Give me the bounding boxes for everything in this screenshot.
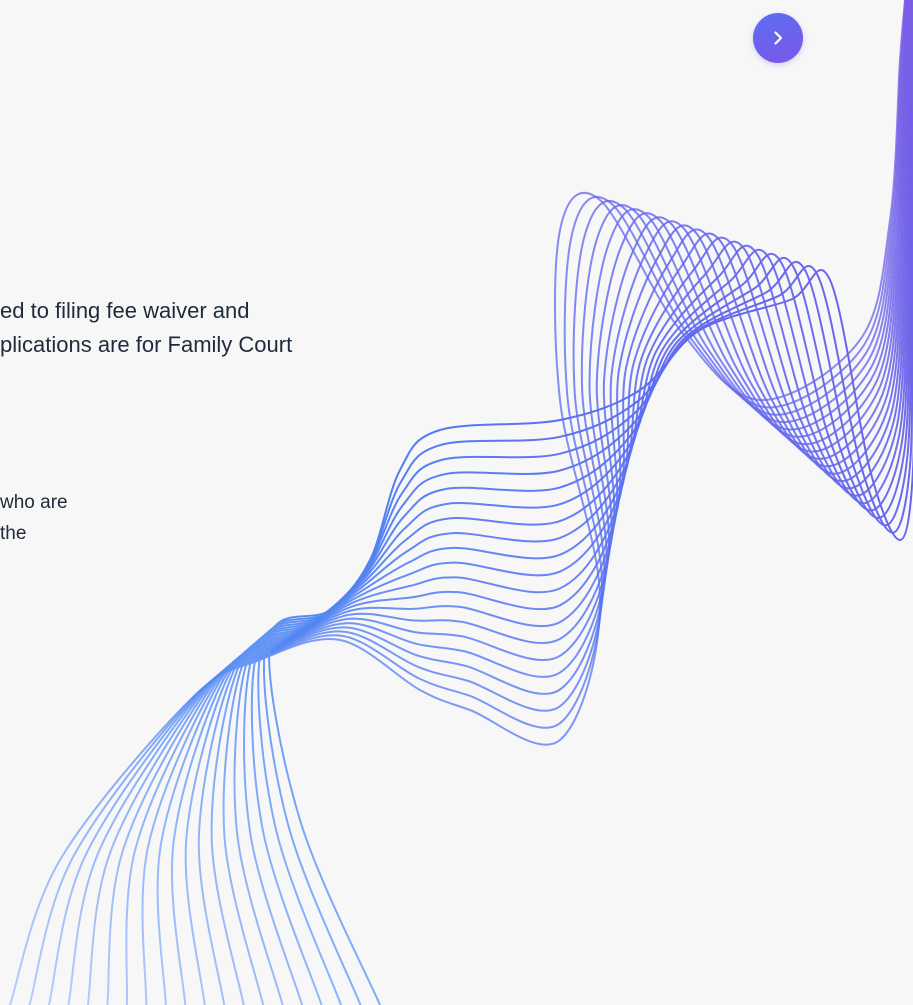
wave-line [197, 0, 911, 1005]
wave-line [47, 0, 907, 1005]
chevron-right-icon [774, 31, 783, 45]
wave-line [243, 0, 913, 1005]
page: ed to filing fee waiver and plications a… [0, 0, 913, 1005]
wave-line [184, 0, 911, 1005]
wave-line [233, 0, 912, 1005]
wave-lines-graphic [9, 0, 913, 1005]
wave-line [156, 0, 910, 1005]
wave-lines [9, 0, 913, 1005]
wave-line [67, 0, 908, 1005]
wave-line [86, 0, 908, 1005]
wave-line [125, 0, 909, 1005]
next-button[interactable] [753, 13, 803, 63]
wave-line [210, 0, 912, 1005]
wave-line [257, 0, 913, 1005]
wave-line [141, 0, 909, 1005]
